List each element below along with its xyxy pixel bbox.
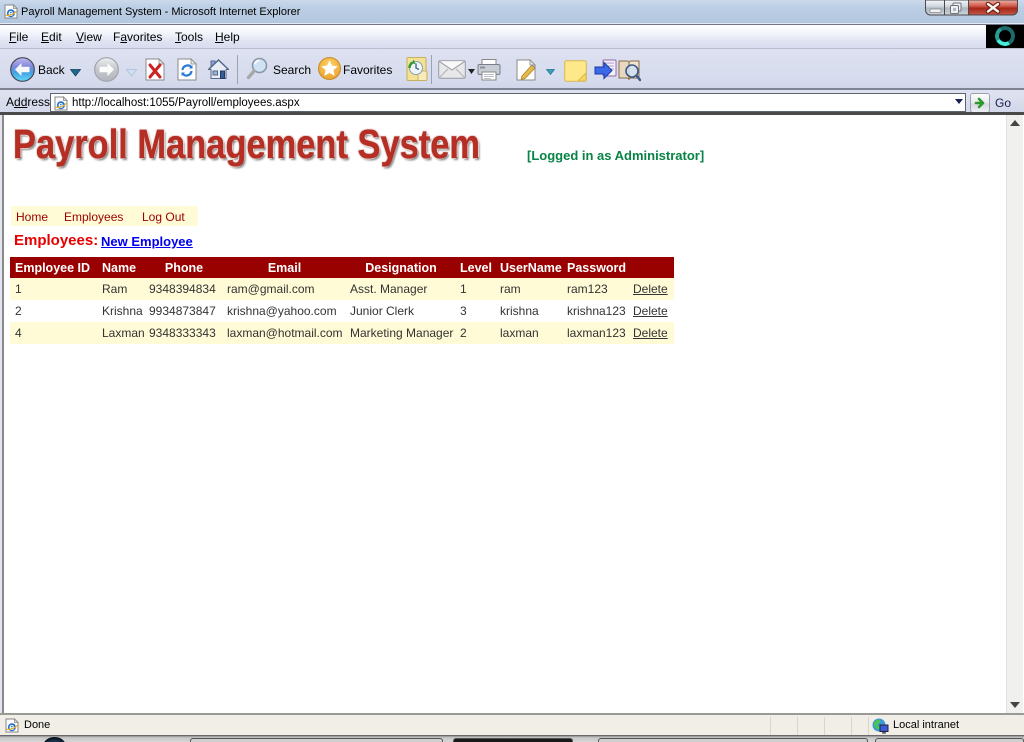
svg-text:e: e [58, 100, 63, 110]
svg-text:e: e [9, 722, 14, 732]
svg-text:e: e [8, 8, 13, 18]
